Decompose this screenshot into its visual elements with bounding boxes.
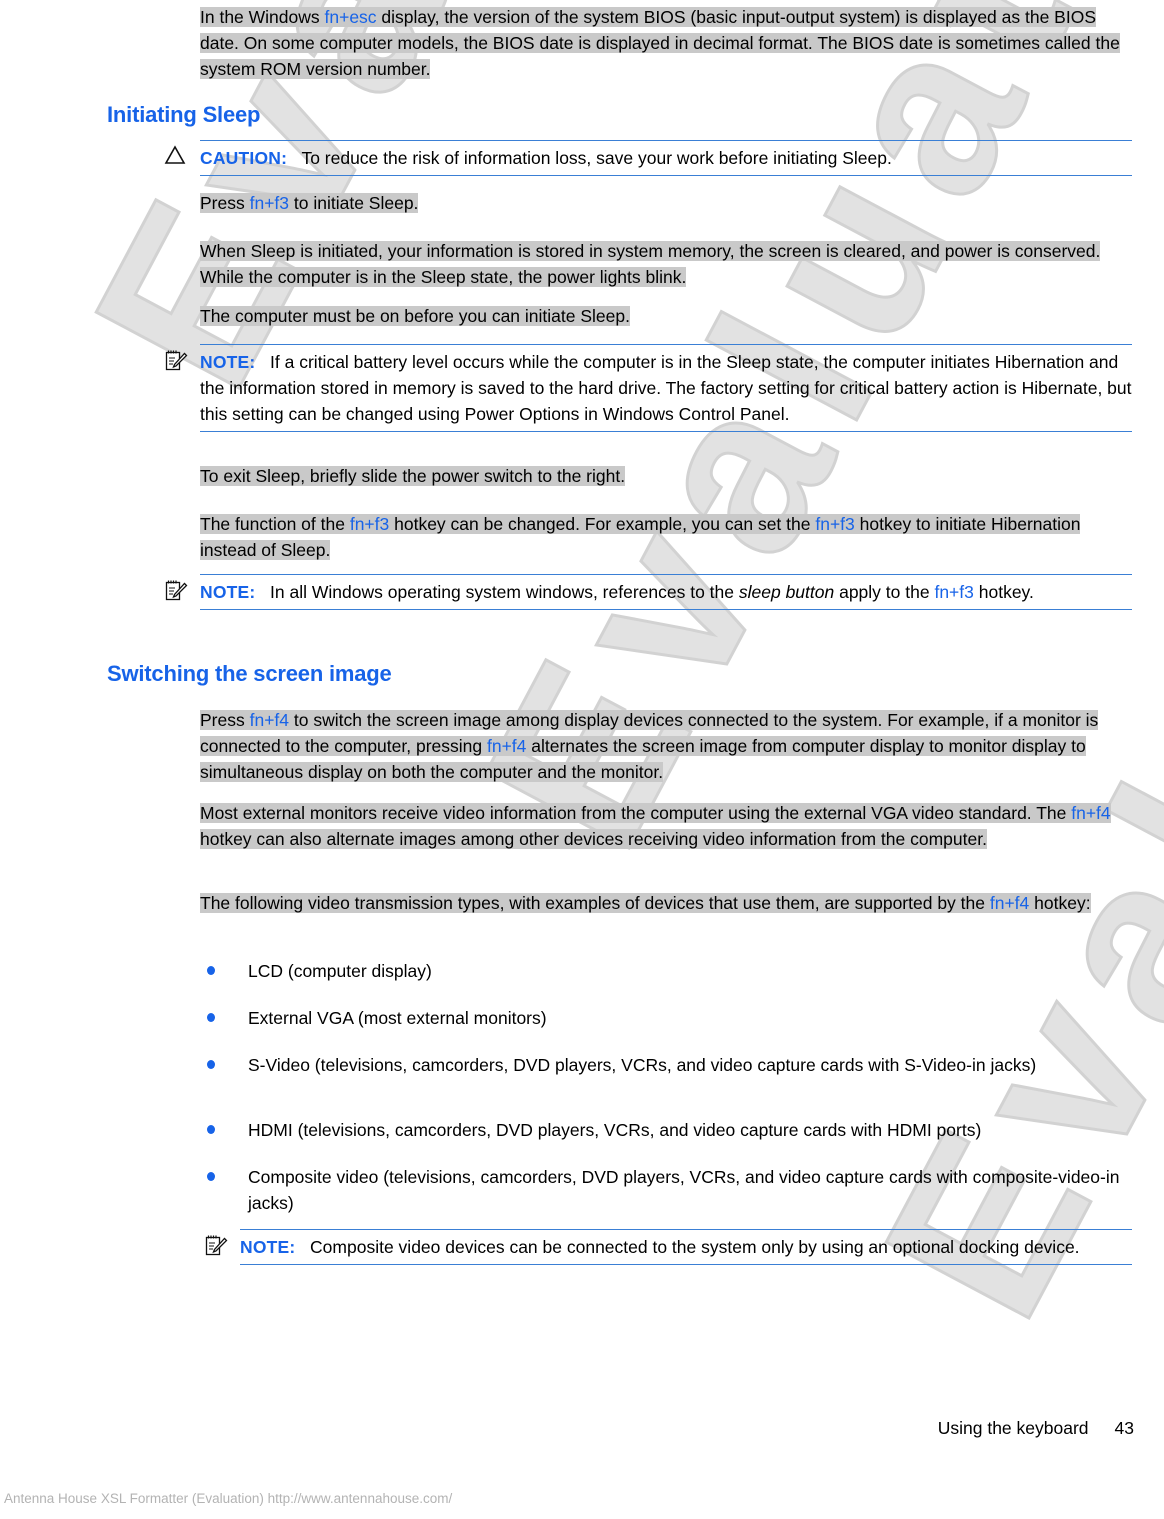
paragraph-external-monitors: Most external monitors receive video inf… bbox=[200, 800, 1132, 852]
admonition-bottom-rule bbox=[200, 609, 1132, 610]
note-body: NOTE: In all Windows operating system wi… bbox=[165, 575, 1132, 609]
note-admonition-critical-battery: NOTE: If a critical battery level occurs… bbox=[165, 344, 1132, 432]
note-text-part-2: apply to the bbox=[834, 582, 935, 602]
admonition-bottom-rule bbox=[240, 1264, 1132, 1265]
note-pad-pencil-icon bbox=[164, 349, 190, 373]
paragraph-press-fn-f3: Press fn+f3 to initiate Sleep. bbox=[200, 190, 1132, 216]
text-after-hotkey: to initiate Sleep. bbox=[289, 193, 419, 213]
admonition-bottom-rule bbox=[200, 431, 1132, 432]
hotkey-fn-f3: fn+f3 bbox=[815, 514, 855, 534]
hotkey-fn-f4: fn+f4 bbox=[486, 736, 527, 756]
note-label: NOTE: bbox=[200, 352, 256, 372]
hotkey-fn-f4: fn+f4 bbox=[1071, 803, 1111, 823]
text-part-1: The function of the bbox=[200, 514, 350, 534]
paragraph-press-fn-f4: Press fn+f4 to switch the screen image a… bbox=[200, 707, 1132, 785]
note-text: If a critical battery level occurs while… bbox=[200, 352, 1132, 424]
paragraph-bios-date: In the Windows fn+esc display, the versi… bbox=[200, 4, 1132, 82]
text-part-1: The following video transmission types, … bbox=[200, 893, 990, 913]
hotkey-fn-f4: fn+f4 bbox=[249, 710, 290, 730]
note-label: NOTE: bbox=[200, 582, 256, 602]
note-body: NOTE: If a critical battery level occurs… bbox=[165, 345, 1132, 431]
paragraph-text: To exit Sleep, briefly slide the power s… bbox=[200, 466, 626, 486]
caution-admonition: CAUTION: To reduce the risk of informati… bbox=[164, 140, 1132, 176]
note-text: Composite video devices can be connected… bbox=[310, 1237, 1080, 1257]
emphasis-sleep-button: sleep button bbox=[738, 582, 835, 602]
list-item: LCD (computer display) bbox=[207, 958, 1132, 984]
caution-body: CAUTION: To reduce the risk of informati… bbox=[164, 141, 1132, 175]
footer-page-number: 43 bbox=[1114, 1418, 1134, 1438]
note-pad-pencil-icon bbox=[204, 1234, 230, 1258]
footer-section-title: Using the keyboard bbox=[937, 1418, 1089, 1438]
document-page: In the Windows fn+esc display, the versi… bbox=[0, 0, 1164, 1519]
page-footer: Using the keyboard 43 bbox=[938, 1418, 1134, 1439]
note-admonition-sleep-button: NOTE: In all Windows operating system wi… bbox=[165, 574, 1132, 610]
list-item: External VGA (most external monitors) bbox=[207, 1005, 1132, 1031]
text-part-1: Press bbox=[200, 710, 250, 730]
hotkey-fn-esc: fn+esc bbox=[324, 7, 377, 27]
note-pad-pencil-icon bbox=[164, 579, 190, 603]
note-label: NOTE: bbox=[240, 1237, 296, 1257]
paragraph-function-change: The function of the fn+f3 hotkey can be … bbox=[200, 511, 1132, 563]
text-before-hotkey: Press bbox=[200, 193, 250, 213]
paragraph-transmission-types: The following video transmission types, … bbox=[200, 890, 1132, 916]
hotkey-fn-f3: fn+f3 bbox=[249, 193, 290, 213]
bullet-dot-icon bbox=[207, 1172, 215, 1181]
caution-label: CAUTION: bbox=[200, 148, 288, 168]
list-item: HDMI (televisions, camcorders, DVD playe… bbox=[207, 1117, 1132, 1143]
hotkey-fn-f4: fn+f4 bbox=[989, 893, 1030, 913]
list-item: Composite video (televisions, camcorders… bbox=[207, 1164, 1132, 1216]
list-item-label: External VGA (most external monitors) bbox=[248, 1008, 547, 1028]
bullet-dot-icon bbox=[207, 1013, 215, 1022]
warning-triangle-icon bbox=[164, 145, 190, 169]
note-body: NOTE: Composite video devices can be con… bbox=[205, 1230, 1132, 1264]
hotkey-fn-f3: fn+f3 bbox=[349, 514, 390, 534]
bullet-dot-icon bbox=[207, 1125, 215, 1134]
paragraph-text-before: In the Windows bbox=[200, 7, 325, 27]
note-admonition-composite-video: NOTE: Composite video devices can be con… bbox=[205, 1229, 1132, 1265]
list-item-label: HDMI (televisions, camcorders, DVD playe… bbox=[248, 1120, 982, 1140]
list-item: S-Video (televisions, camcorders, DVD pl… bbox=[207, 1052, 1132, 1078]
paragraph-sleep-behavior: When Sleep is initiated, your informatio… bbox=[200, 238, 1132, 290]
list-item-label: S-Video (televisions, camcorders, DVD pl… bbox=[248, 1055, 1037, 1075]
text-part-2: hotkey can also alternate images among o… bbox=[200, 829, 987, 849]
admonition-bottom-rule bbox=[200, 175, 1132, 176]
list-item-label: Composite video (televisions, camcorders… bbox=[248, 1167, 1120, 1213]
hotkey-fn-f3: fn+f3 bbox=[934, 582, 974, 602]
caution-text: To reduce the risk of information loss, … bbox=[301, 148, 892, 168]
heading-switching-screen-image: Switching the screen image bbox=[107, 661, 392, 686]
paragraph-computer-must-be-on: The computer must be on before you can i… bbox=[200, 303, 1132, 329]
text-part-1: Most external monitors receive video inf… bbox=[200, 803, 1072, 823]
paragraph-exit-sleep: To exit Sleep, briefly slide the power s… bbox=[200, 463, 1132, 489]
evaluation-notice: Antenna House XSL Formatter (Evaluation)… bbox=[4, 1491, 453, 1506]
heading-initiating-sleep: Initiating Sleep bbox=[107, 102, 261, 127]
bullet-dot-icon bbox=[207, 1060, 215, 1069]
paragraph-text: The computer must be on before you can i… bbox=[200, 306, 630, 326]
bullet-dot-icon bbox=[207, 966, 215, 975]
list-item-label: LCD (computer display) bbox=[248, 961, 432, 981]
paragraph-text: When Sleep is initiated, your informatio… bbox=[200, 241, 1101, 287]
note-text-part-1: In all Windows operating system windows,… bbox=[270, 582, 739, 602]
text-part-2: hotkey can be changed. For example, you … bbox=[389, 514, 816, 534]
text-part-2: hotkey: bbox=[1029, 893, 1091, 913]
note-text-part-3: hotkey. bbox=[973, 582, 1034, 602]
